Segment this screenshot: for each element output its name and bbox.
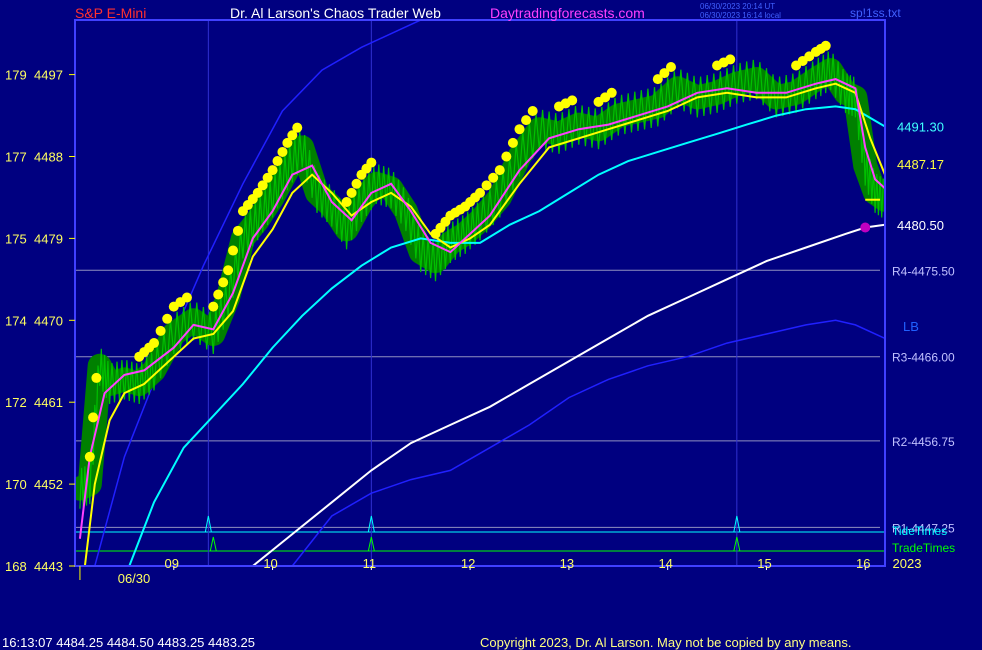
- signal-dot: [494, 165, 505, 176]
- y-tick-left-6: 179: [5, 68, 27, 83]
- signal-dot: [88, 412, 99, 423]
- signal-dot: [366, 157, 377, 168]
- signal-dot: [475, 187, 485, 198]
- symbol-title: S&P E-Mini: [75, 5, 147, 21]
- y-tick-left-2: 172: [5, 395, 27, 410]
- year-label: 2023: [893, 556, 922, 571]
- signal-dot: [232, 225, 243, 236]
- y-tick-left-0: 168: [5, 559, 27, 574]
- y-tick-right-1: 4452: [34, 477, 63, 492]
- copyright-notice: Copyright 2023, Dr. Al Larson. May not b…: [480, 635, 852, 650]
- y-tick-right-6: 4497: [34, 68, 63, 83]
- signal-dot: [341, 197, 352, 207]
- signal-dot: [351, 178, 362, 189]
- signal-dot: [162, 313, 173, 324]
- band-upper-line: [94, 20, 423, 566]
- price-glow: [75, 58, 885, 501]
- y-tick-left-4: 175: [5, 231, 27, 246]
- x-tick-label-0: 09: [165, 556, 179, 571]
- y-tick-right-2: 4461: [34, 395, 63, 410]
- signal-dot: [488, 172, 499, 183]
- trade-spike-0: [209, 536, 217, 552]
- y-tick-right-5: 4488: [34, 150, 63, 165]
- legend-tradetimes: TradeTimes: [892, 541, 955, 555]
- chart-labels: R4-4475.50R3-4466.00R2-4456.75R1-4447.25…: [5, 68, 955, 586]
- x-tick-label-4: 13: [560, 556, 574, 571]
- signal-dot: [218, 277, 229, 288]
- signal-dot: [213, 289, 224, 300]
- price-chart: R4-4475.50R3-4466.00R2-4456.75R1-4447.25…: [5, 19, 955, 586]
- x-tick-label-7: 16: [856, 556, 870, 571]
- signal-dots: [84, 40, 871, 462]
- signal-dot: [181, 292, 192, 303]
- quote-readout: 16:13:07 4484.25 4484.50 4483.25 4483.25: [2, 635, 256, 650]
- date-label: 06/30: [118, 571, 151, 586]
- y-tick-right-4: 4479: [34, 231, 63, 246]
- signal-dot: [292, 122, 303, 133]
- level-label-2: R2-4456.75: [892, 435, 955, 449]
- legend-tidetimes: TideTimes: [892, 524, 947, 538]
- signal-dot: [155, 325, 166, 336]
- level-label-1: R3-4466.00: [892, 351, 955, 365]
- y-tick-left-3: 174: [5, 313, 27, 328]
- x-tick-label-2: 11: [363, 556, 377, 571]
- signal-dot: [606, 87, 617, 98]
- y-tick-left-1: 170: [5, 477, 27, 492]
- data-file-name: sp!1ss.txt: [850, 6, 901, 20]
- value-label-2: 4480.50: [897, 218, 944, 233]
- signal-dot: [665, 62, 676, 73]
- signal-dot: [272, 156, 283, 167]
- x-tick-label-3: 12: [461, 556, 475, 571]
- signal-dot: [223, 265, 234, 276]
- signal-dot: [267, 165, 278, 176]
- site-link[interactable]: Daytradingforecasts.com: [490, 5, 645, 21]
- signal-dot: [521, 115, 532, 126]
- signal-dot: [149, 338, 160, 349]
- signal-dot: [501, 151, 512, 162]
- signal-dot: [228, 245, 239, 256]
- signal-dot: [481, 180, 492, 191]
- y-tick-left-5: 177: [5, 150, 27, 165]
- signal-dot: [507, 137, 518, 148]
- signal-dot: [346, 187, 357, 198]
- x-tick-label-1: 10: [263, 556, 277, 571]
- site-title: Dr. Al Larson's Chaos Trader Web: [230, 5, 441, 21]
- signal-dot: [84, 451, 95, 462]
- x-tick-label-5: 14: [658, 556, 672, 571]
- value-label-0: 4491.30: [897, 119, 944, 134]
- y-tick-right-3: 4470: [34, 313, 63, 328]
- signal-dot: [277, 146, 288, 157]
- pivot-dot: [860, 222, 871, 233]
- signal-dot: [514, 124, 525, 135]
- value-label-1: 4487.17: [897, 157, 944, 172]
- timestamp-local: 06/30/2023 16:14 local: [700, 11, 781, 20]
- level-label-0: R4-4475.50: [892, 264, 955, 278]
- signal-dot: [527, 106, 538, 116]
- signal-dot: [725, 54, 736, 65]
- signal-dot: [567, 95, 578, 106]
- band-label: LB: [903, 319, 919, 334]
- ma-fast-line: [78, 78, 885, 539]
- timestamp-ut: 06/30/2023 20:14 UT: [700, 2, 776, 11]
- x-tick-label-6: 15: [757, 556, 771, 571]
- signal-dot: [91, 372, 102, 383]
- signal-dot: [820, 40, 831, 51]
- signal-dot: [208, 301, 219, 312]
- y-tick-right-0: 4443: [34, 559, 63, 574]
